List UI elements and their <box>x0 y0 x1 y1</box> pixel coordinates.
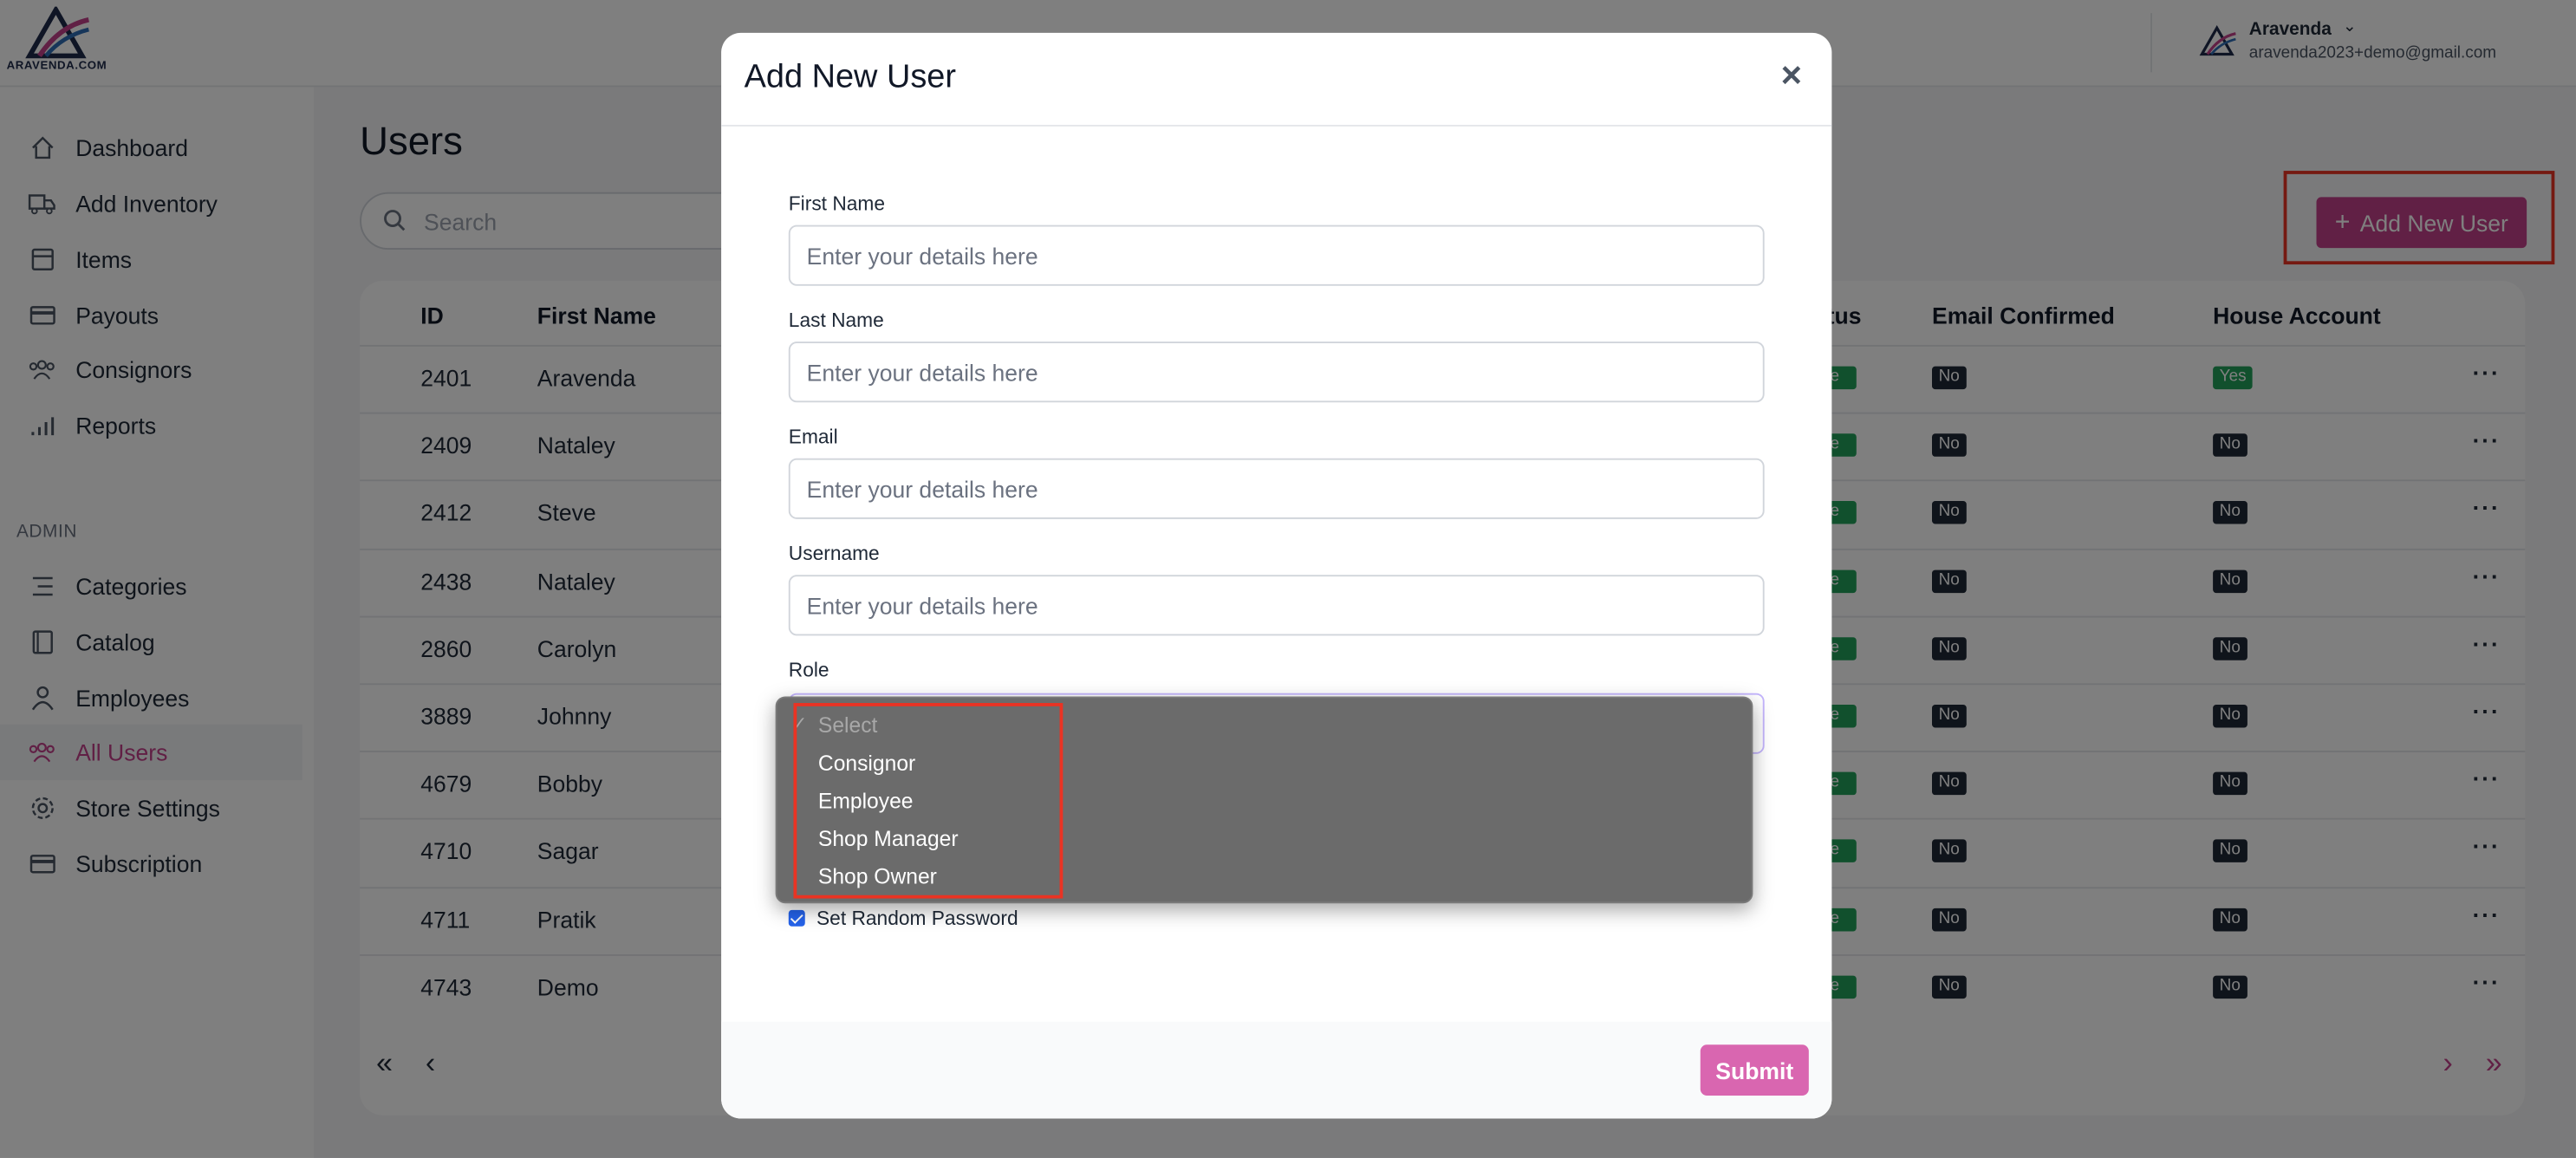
email-label: Email <box>788 425 838 449</box>
email-field[interactable]: Enter your details here <box>788 458 1765 519</box>
modal-title: Add New User <box>744 59 957 95</box>
highlight-box <box>793 703 1064 899</box>
username-label: Username <box>788 542 880 565</box>
submit-button[interactable]: Submit <box>1700 1044 1809 1096</box>
email-placeholder: Enter your details here <box>806 476 1038 503</box>
role-dropdown-menu: ✓ Select Consignor Employee Shop Manager… <box>775 696 1753 904</box>
random-password-label: Set Random Password <box>816 907 1018 930</box>
role-label: Role <box>788 658 829 682</box>
first-name-placeholder: Enter your details here <box>806 243 1038 270</box>
last-name-placeholder: Enter your details here <box>806 360 1038 387</box>
last-name-label: Last Name <box>788 309 884 332</box>
first-name-label: First Name <box>788 192 885 216</box>
modal-header: Add New User × <box>721 33 1832 127</box>
random-password-checkbox[interactable] <box>788 909 805 927</box>
username-field[interactable]: Enter your details here <box>788 575 1765 636</box>
username-placeholder: Enter your details here <box>806 593 1038 620</box>
add-user-modal: Add New User × First Name Enter your det… <box>721 32 1832 1119</box>
last-name-field[interactable]: Enter your details here <box>788 342 1765 403</box>
close-icon[interactable]: × <box>1781 56 1802 94</box>
modal-footer: Submit <box>721 1021 1832 1119</box>
first-name-field[interactable]: Enter your details here <box>788 224 1765 286</box>
